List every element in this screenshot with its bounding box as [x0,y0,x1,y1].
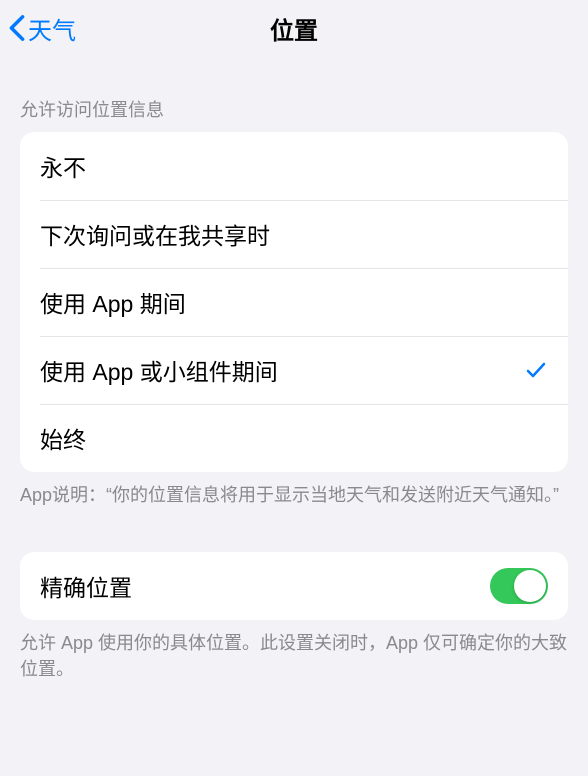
back-label: 天气 [28,11,76,46]
access-option-row[interactable]: 始终 [20,404,568,472]
back-button[interactable]: 天气 [8,11,76,46]
access-option-row[interactable]: 永不 [20,132,568,200]
checkmark-icon [524,358,548,382]
precise-location-toggle[interactable] [490,568,548,604]
access-option-row[interactable]: 使用 App 或小组件期间 [20,336,568,404]
precise-location-row[interactable]: 精确位置 [20,552,568,620]
access-option-label: 使用 App 或小组件期间 [40,353,524,387]
page-title: 位置 [270,11,318,46]
access-option-label: 使用 App 期间 [40,285,548,319]
access-option-label: 下次询问或在我共享时 [40,217,548,251]
access-option-row[interactable]: 使用 App 期间 [20,268,568,336]
access-option-label: 永不 [40,149,548,183]
access-options-group: 永不下次询问或在我共享时使用 App 期间使用 App 或小组件期间始终 [20,132,568,472]
navbar: 天气 位置 [0,0,588,56]
precise-section-footer: 允许 App 使用你的具体位置。此设置关闭时，App 仅可确定你的大致位置。 [0,620,588,682]
precise-location-label: 精确位置 [40,569,490,603]
access-section-header: 允许访问位置信息 [0,56,588,132]
precise-group: 精确位置 [20,552,568,620]
access-option-label: 始终 [40,421,548,455]
toggle-knob [514,570,546,602]
chevron-left-icon [8,14,26,42]
access-section-footer: App说明：“你的位置信息将用于显示当地天气和发送附近天气通知。” [0,472,588,508]
access-option-row[interactable]: 下次询问或在我共享时 [20,200,568,268]
